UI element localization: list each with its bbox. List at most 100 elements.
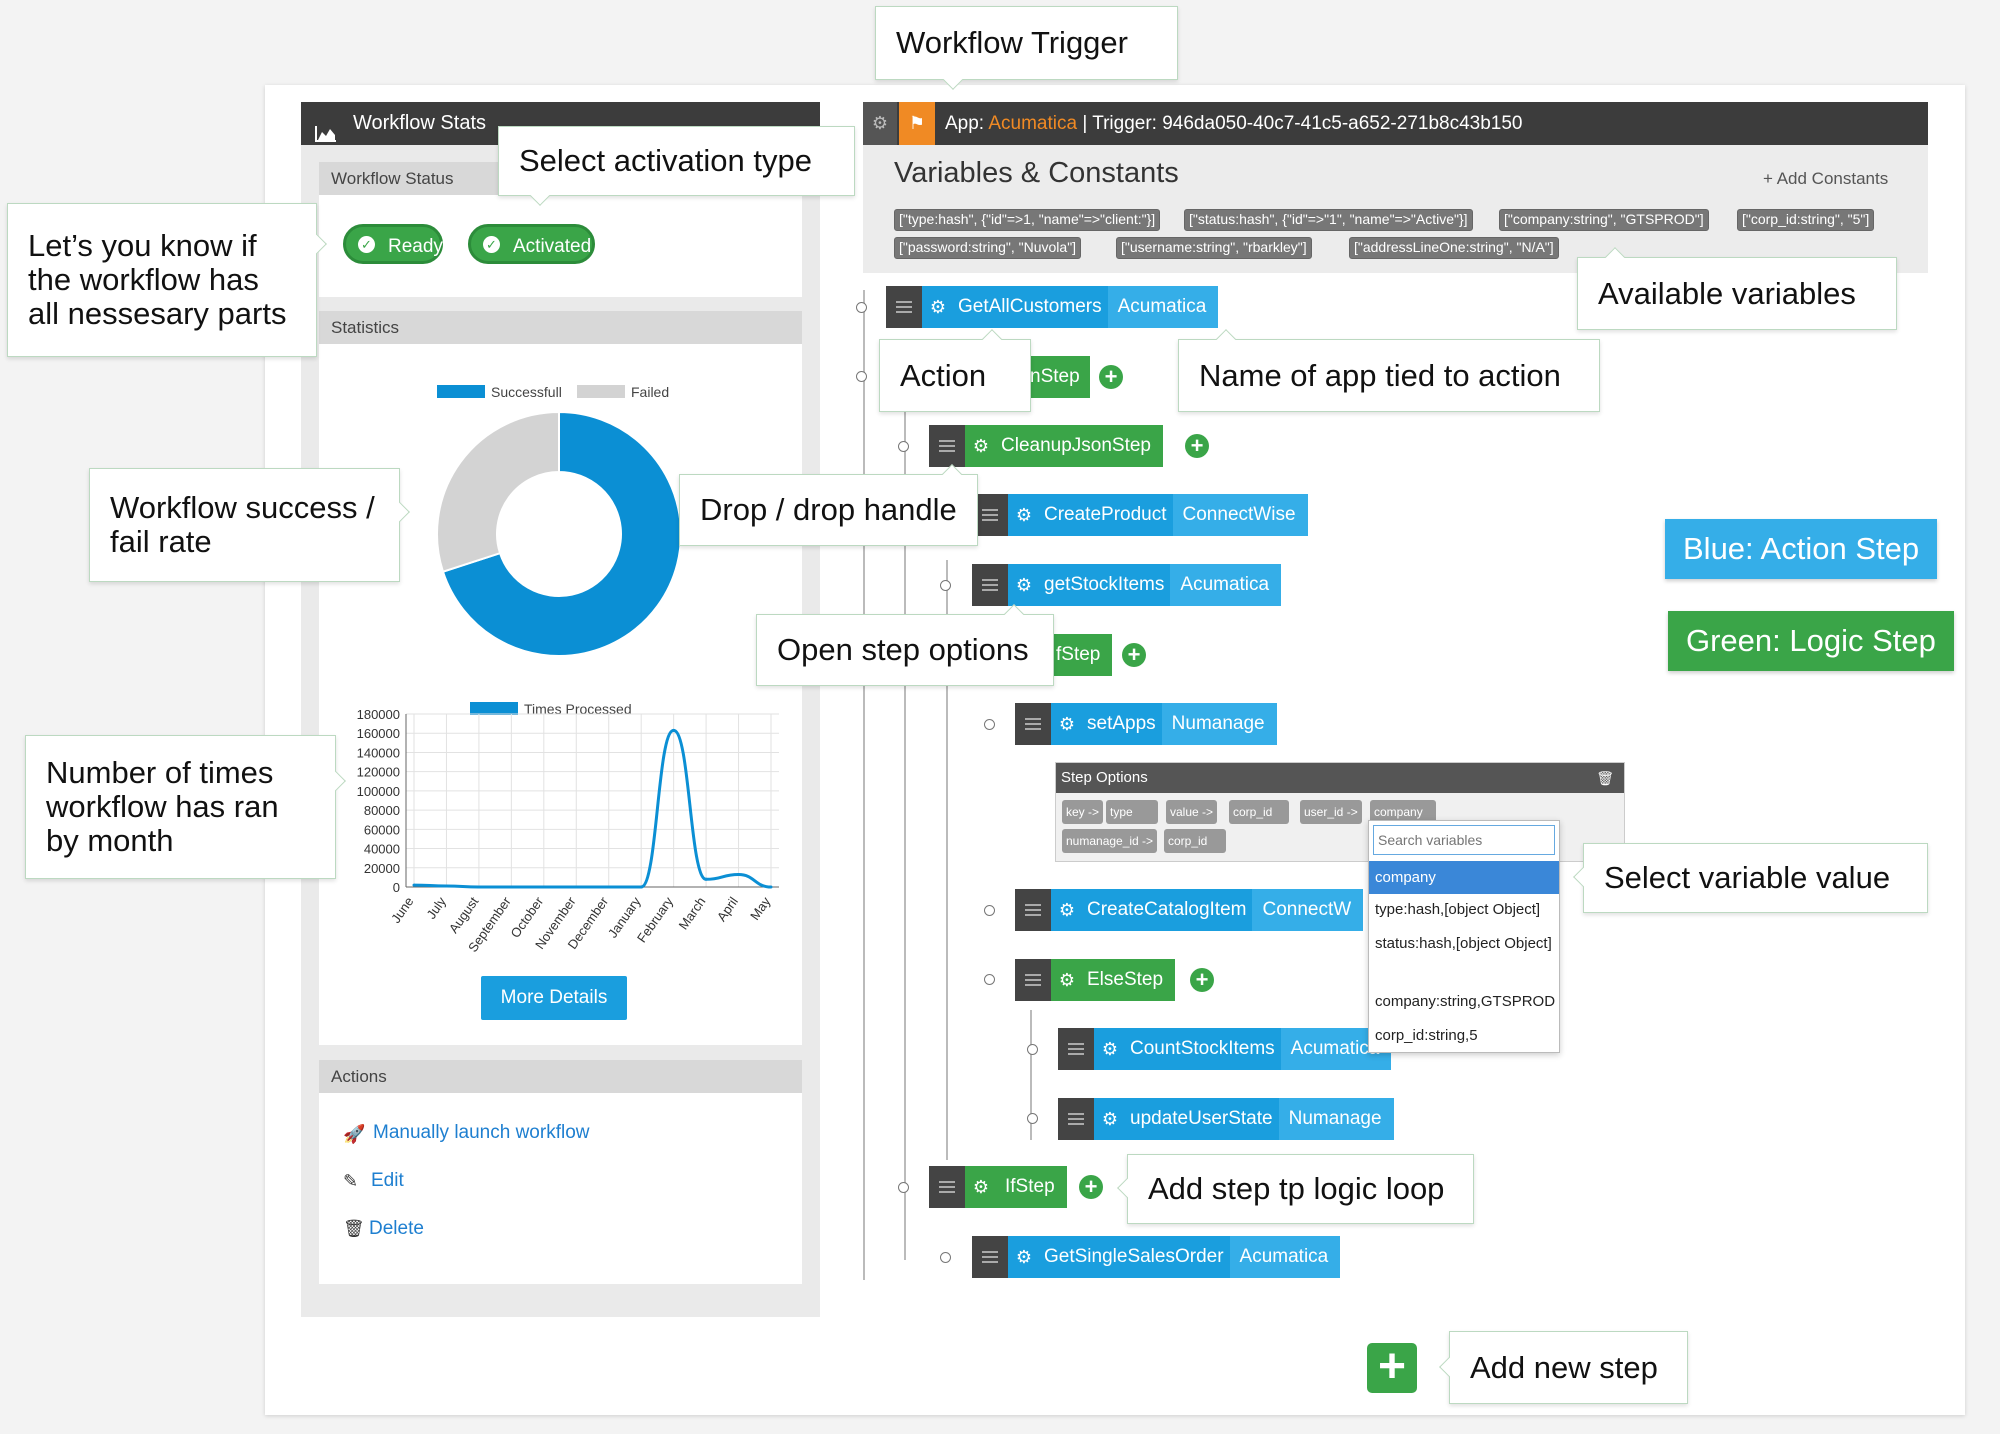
add-step-button[interactable]: + (1099, 365, 1123, 389)
callout-action: Action (879, 329, 1031, 412)
trash-icon[interactable]: 🗑 (1596, 763, 1614, 793)
step-else[interactable]: ⚙ ElseStep (1015, 959, 1176, 1001)
callout-add-logic-step: Add step tp logic loop (1117, 1154, 1474, 1224)
variable-tag[interactable]: ["corp_id:string", "5"] (1737, 209, 1875, 231)
variable-dropdown: company type:hash,[object Object] status… (1368, 820, 1560, 1053)
manually-launch-link[interactable]: Manually launch workflow (373, 1122, 590, 1144)
data-point (477, 885, 481, 889)
flag-icon: ⚑ (899, 102, 935, 145)
drag-handle[interactable] (972, 564, 1008, 606)
step-count-stock-items[interactable]: ⚙ CountStockItems Acumatica (1058, 1028, 1392, 1070)
tree-node (856, 371, 867, 382)
gear-icon[interactable]: ⚙ (965, 1166, 997, 1208)
drag-handle[interactable] (929, 1166, 965, 1208)
tree-node (898, 441, 909, 452)
param-chip[interactable]: key -> (1062, 800, 1104, 824)
callout-add-new-step: Add new step (1439, 1331, 1688, 1404)
step-create-product[interactable]: ⚙ CreateProduct ConnectWise (972, 494, 1308, 536)
drag-handle[interactable] (1058, 1098, 1094, 1140)
edit-link[interactable]: Edit (371, 1170, 404, 1192)
y-tick-label: 60000 (364, 822, 400, 837)
gear-icon[interactable]: ⚙ (922, 286, 954, 328)
add-step-button[interactable]: + (1122, 643, 1146, 667)
dropdown-option[interactable]: company:string,GTSPROD (1369, 991, 1559, 1013)
gear-icon[interactable]: ⚙ (1051, 703, 1083, 745)
data-point (639, 885, 643, 889)
tree-node (984, 905, 995, 916)
activated-toggle[interactable]: ✓ Activated (468, 224, 595, 264)
step-partial-if[interactable]: fStep (1044, 634, 1113, 676)
callout-available-variables: Available variables (1577, 247, 1897, 330)
add-step-button[interactable]: + (1190, 968, 1214, 992)
check-icon: ✓ (483, 236, 500, 253)
times-processed-line-chart: Times Processed 180000 160000 140000 120000 1… (357, 701, 779, 955)
drag-handle[interactable] (1058, 1028, 1094, 1070)
dropdown-option[interactable]: status:hash,[object Object] (1369, 933, 1559, 955)
step-set-apps[interactable]: ⚙ setApps Numanage (1015, 703, 1277, 745)
data-point (444, 884, 448, 888)
callout-success-rate: Workflow success / fail rate (89, 468, 410, 582)
legend-swatch (470, 702, 518, 715)
donut-slice (436, 410, 560, 573)
drag-handle[interactable] (1015, 703, 1051, 745)
step-get-stock-items[interactable]: ⚙ getStockItems Acumatica (972, 564, 1282, 606)
delete-link[interactable]: Delete (369, 1218, 424, 1240)
variable-tag[interactable]: ["company:string", "GTSPROD"] (1499, 209, 1709, 231)
dropdown-option[interactable]: corp_id:string,5 (1369, 1025, 1559, 1047)
param-chip[interactable]: value -> (1166, 800, 1218, 824)
step-get-all-customers[interactable]: ⚙ GetAllCustomers Acumatica (886, 286, 1219, 328)
step-get-single-sales-order[interactable]: ⚙ GetSingleSalesOrder Acumatica (972, 1236, 1341, 1278)
pencil-icon: ✎ (343, 1171, 359, 1191)
drag-handle[interactable] (929, 425, 965, 467)
param-chip[interactable]: user_id -> (1300, 800, 1362, 824)
gear-icon[interactable]: ⚙ (1008, 564, 1040, 606)
legend-swatch (577, 385, 625, 398)
variable-tag[interactable]: ["type:hash", {"id"=>1, "name"=>"client:… (894, 209, 1161, 231)
x-tick-label: May (747, 894, 774, 923)
trash-icon: 🗑 (343, 1219, 365, 1238)
drag-handle[interactable] (1015, 959, 1051, 1001)
tree-node (1027, 1113, 1038, 1124)
x-tick-label: June (388, 894, 416, 926)
gear-icon[interactable]: ⚙ (1008, 1236, 1040, 1278)
add-new-step-button[interactable]: + (1367, 1343, 1417, 1393)
param-select[interactable]: corp_id (1229, 800, 1289, 824)
param-select[interactable]: corp_id (1164, 829, 1226, 853)
dropdown-option[interactable]: company (1369, 861, 1559, 894)
drag-handle[interactable] (886, 286, 922, 328)
add-step-button[interactable]: + (1079, 1175, 1103, 1199)
add-step-button[interactable]: + (1185, 434, 1209, 458)
search-variables-input[interactable] (1373, 825, 1555, 855)
gear-icon[interactable]: ⚙ (1094, 1098, 1126, 1140)
drag-handle[interactable] (1015, 889, 1051, 931)
variable-tag[interactable]: ["status:hash", {"id"=>"1", "name"=>"Act… (1184, 209, 1473, 231)
param-chip[interactable]: numanage_id -> (1062, 829, 1158, 853)
legend-action-step: Blue: Action Step (1665, 519, 1938, 579)
step-cleanup-json[interactable]: ⚙ CleanupJsonStep (929, 425, 1163, 467)
gear-icon[interactable]: ⚙ (1094, 1028, 1126, 1070)
step-create-catalog-item[interactable]: ⚙ CreateCatalogItem ConnectW (1015, 889, 1364, 931)
y-tick-label: 40000 (364, 842, 400, 857)
callout-select-variable: Select variable value (1573, 843, 1928, 913)
variable-tag[interactable]: ["addressLineOne:string", "N/A"] (1349, 237, 1559, 259)
gear-icon[interactable]: ⚙ (1051, 959, 1083, 1001)
step-if[interactable]: ⚙ IfStep (929, 1166, 1067, 1208)
tree-node (984, 719, 995, 730)
y-tick-label: 180000 (357, 707, 400, 722)
step-update-user-state[interactable]: ⚙ updateUserState Numanage (1058, 1098, 1394, 1140)
param-select[interactable]: type (1106, 800, 1158, 824)
gear-icon[interactable]: ⚙ (1008, 494, 1040, 536)
actions-section: Actions 🚀 Manually launch workflow ✎ Edi… (319, 1060, 802, 1284)
add-constants-link[interactable]: + Add Constants (1763, 169, 1888, 189)
gear-icon[interactable]: ⚙ (863, 102, 897, 145)
gear-icon[interactable]: ⚙ (965, 425, 997, 467)
drag-handle[interactable] (972, 1236, 1008, 1278)
variable-tag[interactable]: ["username:string", "rbarkley"] (1116, 237, 1312, 259)
ready-badge[interactable]: ✓ Ready (343, 224, 443, 264)
gear-icon[interactable]: ⚙ (1051, 889, 1083, 931)
variable-tag[interactable]: ["password:string", "Nuvola"] (894, 237, 1082, 259)
series-line (413, 728, 772, 889)
more-details-button[interactable]: More Details (481, 976, 627, 1020)
dropdown-option[interactable]: type:hash,[object Object] (1369, 899, 1559, 921)
legend-label: Times Processed (524, 701, 632, 717)
